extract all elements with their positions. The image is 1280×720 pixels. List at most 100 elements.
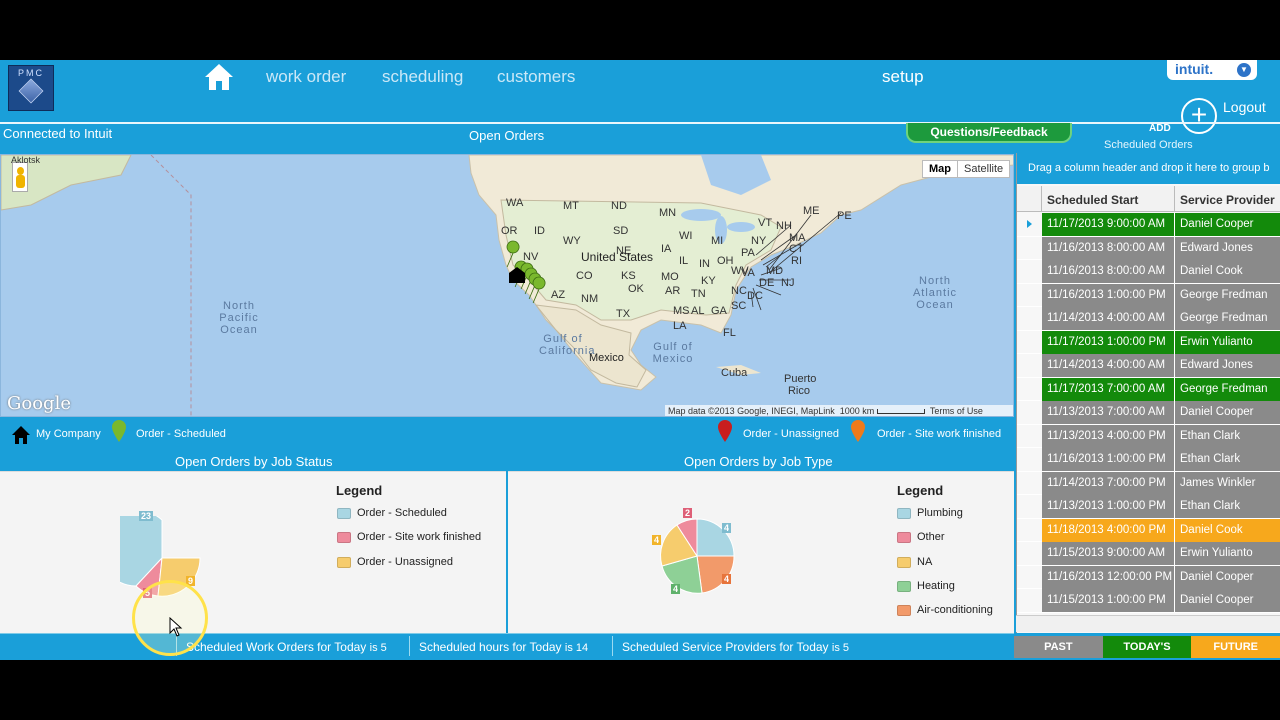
table-row[interactable]: 11/13/2013 1:00:00 PM Ethan Clark	[1017, 495, 1280, 519]
table-row[interactable]: 11/16/2013 1:00:00 PM Ethan Clark	[1017, 448, 1280, 472]
logout-link[interactable]: Logout	[1223, 99, 1266, 115]
map-label-gulf-california: Gulf of California	[539, 333, 596, 357]
cell-separator	[1174, 448, 1175, 471]
terms-of-use-link[interactable]: Terms of Use	[930, 406, 983, 416]
nav-scheduling[interactable]: scheduling	[382, 67, 463, 87]
table-row[interactable]: 11/16/2013 8:00:00 AM Daniel Cook	[1017, 260, 1280, 284]
table-row[interactable]: 11/14/2013 7:00:00 PM James Winkler	[1017, 471, 1280, 495]
pie-label-heating: 4	[671, 584, 681, 594]
table-row[interactable]: 11/13/2013 4:00:00 PM Ethan Clark	[1017, 424, 1280, 448]
table-row[interactable]: 11/15/2013 1:00:00 PM Daniel Cooper	[1017, 589, 1280, 613]
map-label: PA	[741, 247, 755, 259]
map-label: AZ	[551, 289, 566, 301]
legend-item: Plumbing	[897, 507, 963, 519]
cell-scheduled-start: 11/16/2013 1:00:00 PM	[1047, 453, 1166, 465]
cell-service-provider: Edward Jones	[1180, 241, 1253, 254]
map-label: OR	[501, 225, 518, 237]
map-label: KY	[701, 275, 716, 287]
cell-separator	[1174, 401, 1175, 424]
cell-scheduled-start: 11/16/2013 12:00:00 PM	[1047, 570, 1173, 583]
ocean-label-atlantic: North Atlantic Ocean	[912, 275, 958, 311]
legend-swatch	[897, 556, 911, 568]
table-row[interactable]: 11/17/2013 7:00:00 AM George Fredman	[1017, 377, 1280, 401]
column-header-scheduled-start[interactable]: Scheduled Start	[1047, 193, 1138, 207]
cell-service-provider: George Fredman	[1180, 288, 1268, 301]
map-type-toggle[interactable]: Map Satellite	[922, 160, 1011, 178]
table-row[interactable]: 11/17/2013 9:00:00 AM Daniel Cooper	[1017, 213, 1280, 237]
table-row[interactable]: 11/13/2013 7:00:00 AM Daniel Cooper	[1017, 401, 1280, 425]
legend-unassigned: Order - Unassigned	[743, 428, 839, 440]
map-label: OK	[628, 283, 644, 295]
map-label: ND	[611, 200, 627, 212]
status-providers-label: Scheduled Service Providers for Today	[622, 640, 829, 654]
legend-item: Order - Site work finished	[337, 531, 481, 543]
map-label: NC	[731, 285, 747, 297]
add-scheduled-order-button[interactable]: +	[1181, 98, 1217, 134]
map-label: NY	[751, 235, 767, 247]
home-black-icon	[12, 426, 30, 444]
map-label: TN	[691, 288, 706, 300]
orders-map[interactable]: Map Satellite Aklotsk WA MT ND MN OR ID …	[0, 154, 1014, 417]
green-pin-icon	[112, 420, 126, 442]
legend-label: Order - Site work finished	[357, 531, 482, 543]
questions-feedback-button[interactable]: Questions/Feedback	[906, 123, 1072, 143]
map-label: DE	[759, 277, 775, 289]
nav-setup[interactable]: setup	[882, 67, 924, 87]
map-label: IN	[699, 258, 710, 270]
map-label-mexico: Mexico	[589, 352, 624, 364]
legend-item: Order - Scheduled	[337, 507, 447, 519]
cell-scheduled-start: 11/16/2013 1:00:00 PM	[1047, 288, 1166, 301]
map-label: SD	[613, 225, 629, 237]
legend-item: Heating	[897, 580, 955, 592]
scheduled-orders-label: Scheduled Orders	[1104, 139, 1193, 151]
pmc-logo[interactable]: PMC	[8, 65, 54, 111]
cell-scheduled-start: 11/13/2013 1:00:00 PM	[1047, 500, 1166, 512]
table-row[interactable]: 11/15/2013 9:00:00 AM Erwin Yulianto	[1017, 542, 1280, 566]
legend-item: Other	[897, 531, 945, 543]
nav-work-order[interactable]: work order	[266, 67, 346, 87]
table-row[interactable]: 11/14/2013 4:00:00 AM Edward Jones	[1017, 354, 1280, 378]
status-work-orders-label: Scheduled Work Orders for Today	[186, 640, 367, 654]
map-scale-bar	[876, 409, 925, 415]
intuit-account-button[interactable]: intuit. ▼	[1167, 60, 1257, 80]
tab-todays[interactable]: TODAY'S	[1102, 636, 1192, 658]
column-header-service-provider[interactable]: Service Provider	[1180, 193, 1275, 207]
cell-separator	[1174, 518, 1175, 542]
cell-service-provider: Ethan Clark	[1180, 500, 1241, 512]
status-hours-value: is 14	[564, 642, 589, 654]
home-icon[interactable]	[203, 62, 235, 92]
status-work-orders: Scheduled Work Orders for Today is 5	[186, 640, 387, 654]
status-providers-value: is 5	[831, 642, 850, 654]
cell-separator	[1174, 377, 1175, 401]
cell-scheduled-start: 11/17/2013 9:00:00 AM	[1047, 218, 1166, 230]
tab-past[interactable]: PAST	[1014, 636, 1103, 658]
status-work-orders-value: is 5	[369, 642, 387, 654]
tab-future[interactable]: FUTURE	[1191, 636, 1280, 658]
cell-service-provider: George Fredman	[1180, 382, 1268, 395]
table-row[interactable]: 11/14/2013 4:00:00 AM George Fredman	[1017, 307, 1280, 331]
intuit-label: intuit.	[1175, 61, 1214, 77]
map-label: DC	[747, 290, 763, 302]
legend-swatch	[897, 580, 911, 592]
table-row[interactable]: 11/16/2013 8:00:00 AM Edward Jones	[1017, 236, 1280, 260]
street-view-pegman-icon[interactable]	[12, 162, 28, 192]
legend-label: Order - Scheduled	[357, 507, 447, 519]
satellite-button[interactable]: Satellite	[958, 161, 1009, 177]
table-row[interactable]: 11/16/2013 12:00:00 PM Daniel Cooper	[1017, 565, 1280, 589]
table-row[interactable]: 11/17/2013 1:00:00 PM Erwin Yulianto	[1017, 330, 1280, 354]
grid-horizontal-scrollbar[interactable]	[1016, 615, 1280, 632]
group-by-drop-zone[interactable]: Drag a column header and drop it here to…	[1017, 153, 1280, 184]
cell-separator	[1174, 495, 1175, 518]
map-button[interactable]: Map	[923, 161, 958, 177]
mouse-cursor-icon	[169, 617, 183, 637]
pie-label-na: 4	[652, 535, 662, 545]
table-row[interactable]: 11/16/2013 1:00:00 PM George Fredman	[1017, 283, 1280, 307]
nav-customers[interactable]: customers	[497, 67, 575, 87]
map-label: MI	[711, 235, 724, 247]
cell-separator	[1174, 307, 1175, 330]
map-label-gulf-mexico: Gulf of Mexico	[652, 341, 694, 365]
add-label: ADD	[1149, 123, 1171, 134]
job-type-chart-panel: 2 4 4 4 4 Legend Plumbing Other NA Heati…	[508, 471, 1014, 633]
table-row[interactable]: 11/18/2013 4:00:00 PM Daniel Cook	[1017, 518, 1280, 542]
cell-scheduled-start: 11/15/2013 1:00:00 PM	[1047, 594, 1166, 606]
